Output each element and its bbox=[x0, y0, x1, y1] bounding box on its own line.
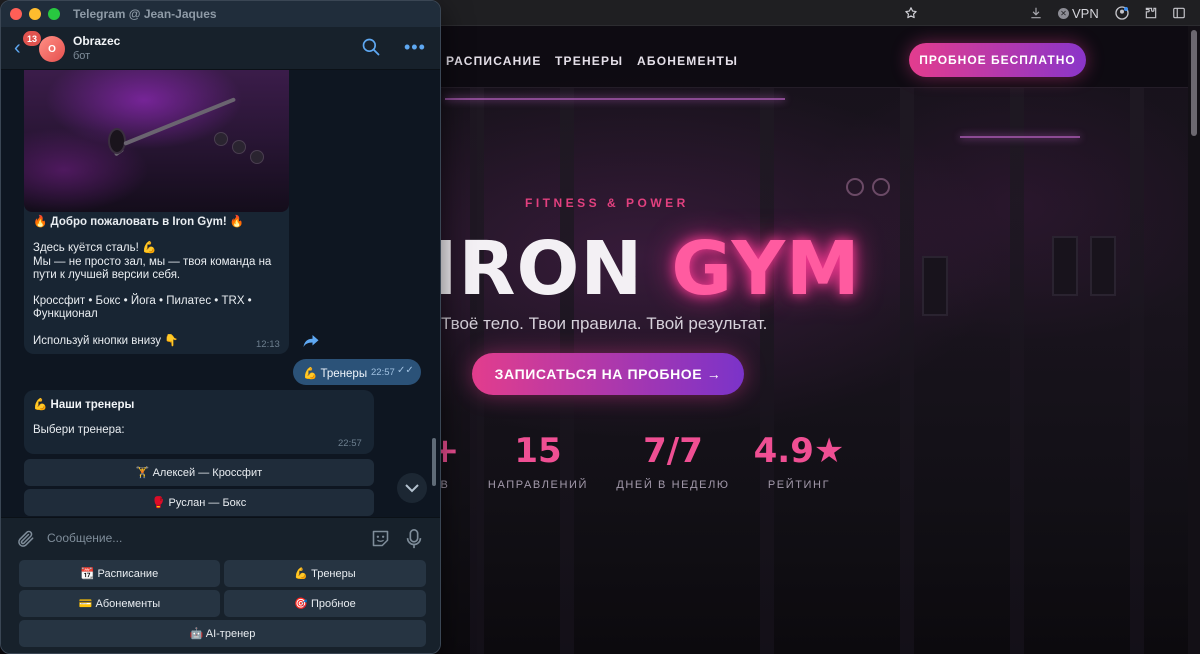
message-line: Используй кнопки внизу 👇 bbox=[33, 334, 179, 347]
inline-button-ruslan[interactable]: 🥊 Руслан — Бокс bbox=[24, 489, 374, 516]
attach-icon[interactable] bbox=[16, 529, 36, 549]
message-line: Кроссфит • Бокс • Йога • Пилатес • TRX • bbox=[33, 295, 252, 308]
kettlebell bbox=[214, 132, 228, 146]
keyboard-button-trainers[interactable]: 💪 Тренеры bbox=[224, 560, 426, 587]
sticker-icon[interactable] bbox=[370, 528, 391, 549]
vpn-status-icon: ✕ bbox=[1058, 7, 1069, 19]
chat-scrollbar[interactable] bbox=[432, 438, 436, 486]
neon-light bbox=[960, 136, 1080, 138]
gym-photo[interactable] bbox=[24, 70, 289, 212]
message-line: Мы — не просто зал, мы — твоя команда на bbox=[33, 255, 272, 268]
keyboard-button-schedule[interactable]: 📆 Расписание bbox=[19, 560, 220, 587]
window-titlebar: Telegram @ Jean-Jaques bbox=[1, 1, 440, 27]
message-line bbox=[33, 322, 278, 335]
hero-title-gym: GYM bbox=[671, 226, 861, 312]
stat-item: 4.9★ РЕЙТИНГ bbox=[724, 431, 874, 491]
neon-light bbox=[445, 98, 785, 100]
stat-item: 15 НАПРАВЛЕНИЙ bbox=[463, 431, 613, 491]
free-trial-button[interactable]: ПРОБНОЕ БЕСПЛАТНО bbox=[909, 43, 1086, 77]
nav-link-subscriptions[interactable]: АБОНЕМЕНТЫ bbox=[637, 54, 738, 68]
message-line: Функционал bbox=[33, 308, 98, 321]
trainers-message: 💪 Наши тренеры Выбери тренера: 22:57 bbox=[24, 390, 374, 454]
back-arrow-icon[interactable]: ‹ bbox=[14, 38, 21, 58]
hero-eyebrow: FITNESS & POWER bbox=[525, 196, 689, 210]
message-time: 12:13 bbox=[256, 339, 280, 350]
nav-link-schedule[interactable]: РАСПИСАНИЕ bbox=[446, 54, 542, 68]
download-icon[interactable] bbox=[1026, 3, 1046, 23]
kettlebell bbox=[232, 140, 246, 154]
message-line: пути к лучшей версии себя. bbox=[33, 268, 181, 281]
bg-pillar bbox=[1130, 88, 1144, 654]
bot-keyboard: 📆 Расписание 💪 Тренеры 💳 Абонементы 🎯 Пр… bbox=[1, 558, 440, 653]
stat-label: НАПРАВЛЕНИЙ bbox=[487, 479, 589, 491]
message-input[interactable] bbox=[47, 525, 347, 551]
keyboard-button-trial[interactable]: 🎯 Пробное bbox=[224, 590, 426, 617]
chat-name[interactable]: Obrazec bbox=[73, 34, 120, 48]
screen: ✕ VPN РАСПИСАНИЕ ТРЕНЕРЫ АБОНЕМЕНТЫ ПРОБ… bbox=[0, 0, 1200, 654]
sidebar-icon[interactable] bbox=[1169, 3, 1189, 23]
nav-link-trainers[interactable]: ТРЕНЕРЫ bbox=[555, 54, 623, 68]
hero-title-iron: IRON bbox=[430, 226, 644, 312]
more-menu-icon[interactable]: ••• bbox=[404, 37, 425, 57]
chevron-down-icon bbox=[405, 484, 419, 493]
message-line bbox=[33, 282, 278, 295]
trainers-message-body: Выбери тренера: bbox=[33, 424, 125, 436]
scroll-to-bottom-button[interactable] bbox=[397, 473, 427, 503]
vpn-button[interactable]: ✕ VPN bbox=[1058, 4, 1099, 22]
kettlebell bbox=[250, 150, 264, 164]
bg-pillar bbox=[1010, 88, 1024, 654]
outgoing-message-text: 💪 Тренеры bbox=[303, 368, 368, 380]
message-time: 22:57 bbox=[338, 438, 362, 449]
minimize-window-button[interactable] bbox=[29, 8, 41, 20]
message-line: 🔥 Добро пожаловать в Iron Gym! 🔥 bbox=[33, 216, 245, 228]
bookmark-star-icon[interactable] bbox=[901, 3, 921, 23]
keyboard-button-ai-trainer[interactable]: 🤖 AI-тренер bbox=[19, 620, 426, 647]
stat-number: 4.9★ bbox=[753, 431, 845, 471]
hero-title: IRON GYM bbox=[430, 224, 861, 314]
chat-status: бот bbox=[73, 50, 91, 62]
close-window-button[interactable] bbox=[10, 8, 22, 20]
welcome-message-text: 🔥 Добро пожаловать в Iron Gym! 🔥 Здесь к… bbox=[33, 216, 278, 348]
bg-window bbox=[1090, 236, 1116, 296]
bg-pillar bbox=[760, 88, 774, 654]
hero-subtitle: Твоё тело. Твои правила. Твой результат. bbox=[441, 314, 768, 333]
stat-number: 15 bbox=[514, 431, 562, 471]
profile-icon[interactable] bbox=[1112, 3, 1132, 23]
bg-window bbox=[1052, 236, 1078, 296]
microphone-icon[interactable] bbox=[405, 528, 423, 550]
outgoing-message: 💪 Тренеры 22:57 ✓✓ bbox=[293, 359, 421, 385]
page-scrollbar-thumb[interactable] bbox=[1191, 30, 1197, 136]
forward-icon[interactable] bbox=[302, 333, 320, 351]
chat-header: ‹ 13 O Obrazec бот ••• bbox=[1, 27, 440, 70]
extensions-icon[interactable] bbox=[1141, 3, 1161, 23]
stat-label: РЕЙТИНГ bbox=[767, 479, 831, 491]
message-composer bbox=[1, 517, 440, 558]
gymnastic-ring bbox=[846, 178, 864, 196]
bg-pillar bbox=[900, 88, 914, 654]
window-title: Telegram @ Jean-Jaques bbox=[73, 7, 217, 21]
gymnastic-ring bbox=[872, 178, 890, 196]
search-icon[interactable] bbox=[361, 37, 381, 57]
zoom-window-button[interactable] bbox=[48, 8, 60, 20]
bg-window bbox=[922, 256, 948, 316]
message-line: Здесь куётся сталь! 💪 bbox=[33, 242, 157, 255]
signup-trial-button[interactable]: ЗАПИСАТЬСЯ НА ПРОБНОЕ → bbox=[472, 353, 744, 395]
trainers-message-title: 💪 Наши тренеры bbox=[33, 399, 135, 411]
message-list[interactable]: 🔥 Добро пожаловать в Iron Gym! 🔥 Здесь к… bbox=[1, 70, 440, 517]
vpn-label: VPN bbox=[1072, 5, 1099, 21]
keyboard-button-subscriptions[interactable]: 💳 Абонементы bbox=[19, 590, 220, 617]
inline-button-aleksey[interactable]: 🏋️ Алексей — Кроссфит bbox=[24, 459, 374, 486]
avatar[interactable]: O bbox=[39, 36, 65, 62]
message-line bbox=[33, 229, 278, 242]
read-checks-icon: ✓✓ bbox=[397, 365, 414, 376]
unread-badge: 13 bbox=[23, 31, 42, 46]
message-time: 22:57 bbox=[371, 367, 395, 378]
telegram-window: Telegram @ Jean-Jaques ‹ 13 O Obrazec бо… bbox=[0, 0, 441, 654]
